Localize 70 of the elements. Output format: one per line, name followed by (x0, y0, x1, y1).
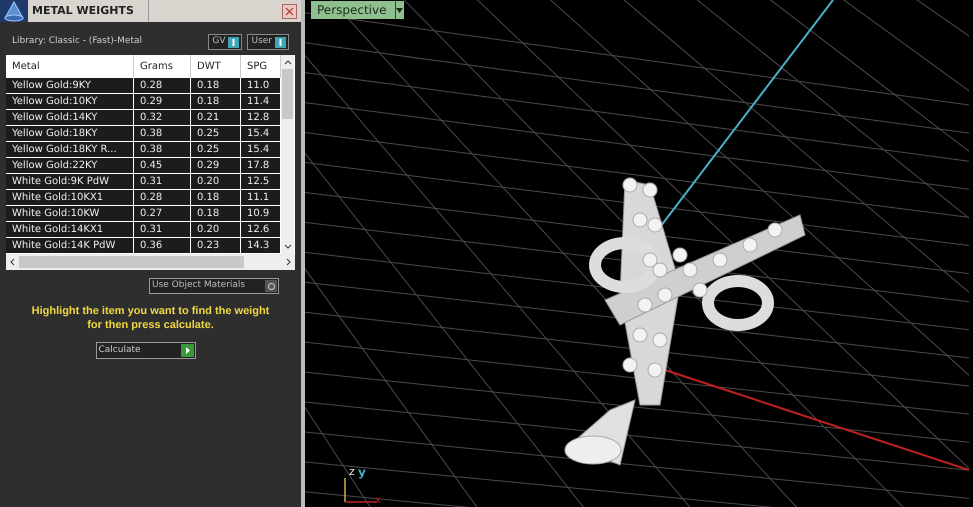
table-row[interactable]: White Gold:10KX1 0.28 0.18 11.1 (6, 190, 281, 206)
table-row[interactable]: White Gold:14K PdW 0.36 0.23 14.3 (6, 238, 281, 254)
table-cell: White Gold:9K PdW (6, 174, 134, 189)
view-dropdown[interactable]: Perspective (311, 1, 404, 19)
table-cell: 0.36 (134, 238, 191, 253)
scroll-down-icon (284, 244, 292, 250)
table-cell: 0.31 (134, 222, 191, 237)
horizontal-scrollbar[interactable] (6, 254, 295, 270)
table-cell: 0.18 (191, 190, 241, 205)
table-cell: 0.25 (191, 126, 241, 141)
table-cell: Yellow Gold:18KY R... (6, 142, 134, 157)
library-label: Library: Classic - (Fast)-Metal (12, 35, 144, 48)
calculate-button[interactable]: Calculate (96, 342, 196, 359)
vertical-scrollbar[interactable] (281, 55, 294, 254)
table-cell: Yellow Gold:18KY (6, 126, 134, 141)
table-row[interactable]: Yellow Gold:22KY 0.45 0.29 17.8 (6, 158, 281, 174)
close-button[interactable] (282, 4, 297, 18)
table-cell: Yellow Gold:14KY (6, 110, 134, 125)
scroll-thumb[interactable] (19, 256, 244, 268)
table-cell: 0.38 (134, 142, 191, 157)
table-row[interactable]: Yellow Gold:18KY 0.38 0.25 15.4 (6, 126, 281, 142)
table-cell: Yellow Gold:22KY (6, 158, 134, 173)
toggle-indicator-icon (228, 36, 240, 48)
toggle-indicator-icon (275, 36, 286, 48)
scroll-right-icon (286, 258, 292, 266)
table-row[interactable]: White Gold:14KX1 0.31 0.20 12.6 (6, 222, 281, 238)
table-cell: 0.18 (191, 206, 241, 221)
table-row[interactable]: Yellow Gold:10KY 0.29 0.18 11.4 (6, 94, 281, 110)
table-row[interactable]: White Gold:9K PdW 0.31 0.20 12.5 (6, 174, 281, 190)
table-cell: White Gold:10KW (6, 206, 134, 221)
table-cell: 0.31 (134, 174, 191, 189)
toggle-button[interactable]: GV (208, 34, 242, 50)
table-cell: White Gold:14KX1 (6, 222, 134, 237)
radio-icon (265, 280, 277, 292)
cone-logo-icon (0, 0, 28, 22)
close-icon (285, 6, 294, 16)
axis-label: y (358, 466, 366, 478)
scroll-up-icon (284, 59, 292, 65)
table-cell: 0.29 (134, 94, 191, 109)
scroll-left-icon (9, 258, 15, 266)
scroll-thumb[interactable] (282, 69, 293, 119)
table-cell: 0.29 (191, 158, 241, 173)
table-row[interactable]: Yellow Gold:18KY R... 0.38 0.25 15.4 (6, 142, 281, 158)
table-cell: 0.27 (134, 206, 191, 221)
table-cell: Yellow Gold:10KY (6, 94, 134, 109)
table-cell: White Gold:10KX1 (6, 190, 134, 205)
table-cell: 0.25 (191, 142, 241, 157)
table-row[interactable]: Yellow Gold:14KY 0.32 0.21 12.8 (6, 110, 281, 126)
table-cell: 0.28 (134, 190, 191, 205)
table-row[interactable]: Yellow Gold:9KY 0.28 0.18 11.0 (6, 78, 281, 94)
axis-label: z (349, 466, 355, 477)
table-cell: 0.23 (191, 238, 241, 253)
caret-icon (396, 8, 403, 12)
table-cell: White Gold:14K PdW (6, 238, 134, 253)
toggle-button[interactable]: User (247, 34, 289, 50)
table-cell: 0.28 (134, 78, 191, 93)
use-object-materials-checkbox[interactable]: Use Object Materials (149, 278, 279, 294)
table-cell: 0.18 (191, 78, 241, 93)
table-cell: 0.18 (191, 94, 241, 109)
panel-title: METAL WEIGHTS (32, 2, 135, 19)
table-cell: 0.38 (134, 126, 191, 141)
table-cell: 0.32 (134, 110, 191, 125)
play-icon (180, 344, 194, 357)
instruction-text: Highlight the item you want to find the weight for then press calculate. (30, 304, 270, 332)
table-cell: Yellow Gold:9KY (6, 78, 134, 93)
table-cell: 0.21 (191, 110, 241, 125)
table-cell: 0.45 (134, 158, 191, 173)
table-cell: 0.20 (191, 222, 241, 237)
table-cell: 0.20 (191, 174, 241, 189)
table-row[interactable]: White Gold:10KW 0.27 0.18 10.9 (6, 206, 281, 222)
